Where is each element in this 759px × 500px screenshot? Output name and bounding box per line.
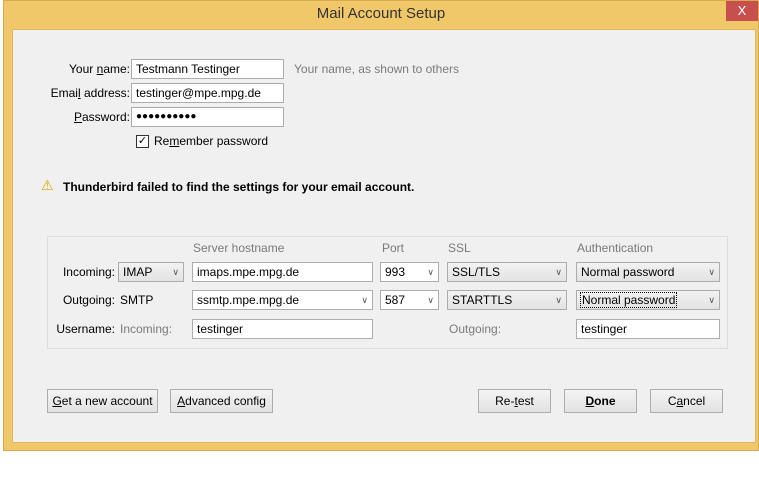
email-input[interactable]: testinger@mpe.mpg.de [131, 83, 284, 103]
header-authentication: Authentication [577, 241, 654, 255]
chevron-down-icon: ∨ [172, 267, 179, 277]
chevron-down-icon: ∨ [708, 295, 715, 305]
chevron-down-icon[interactable]: ∨ [361, 291, 368, 309]
get-new-account-button[interactable]: Get a new account [47, 389, 158, 413]
incoming-hostname-input[interactable]: imaps.mpe.mpg.de [192, 262, 373, 282]
warning-triangle-icon: ⚠ [41, 177, 54, 193]
header-server-hostname: Server hostname [193, 241, 285, 255]
advanced-config-button[interactable]: Advanced config [170, 389, 273, 413]
remember-password-checkbox[interactable]: ✓ [136, 135, 149, 148]
chevron-down-icon: ∨ [427, 295, 434, 305]
password-input[interactable]: ●●●●●●●●●● [131, 107, 284, 127]
done-button[interactable]: Done [564, 389, 637, 413]
mail-account-setup-window: Mail Account Setup X Your name: Testmann… [3, 0, 759, 451]
username-outgoing-label: Outgoing: [449, 322, 502, 336]
outgoing-username-input[interactable]: testinger [576, 319, 720, 339]
incoming-ssl-select[interactable]: SSL/TLS ∨ [447, 262, 567, 282]
chevron-down-icon: ∨ [427, 267, 434, 277]
chevron-down-icon: ∨ [708, 267, 715, 277]
your-name-hint: Your name, as shown to others [294, 62, 459, 76]
incoming-auth-select[interactable]: Normal password ∨ [576, 262, 720, 282]
dialog-body: Your name: Testmann Testinger Your name,… [12, 29, 756, 443]
outgoing-protocol: SMTP [120, 293, 154, 307]
cancel-button[interactable]: Cancel [650, 389, 723, 413]
outgoing-ssl-select[interactable]: STARTTLS ∨ [447, 290, 567, 310]
warning-message: Thunderbird failed to find the settings … [63, 180, 415, 194]
close-button[interactable]: X [726, 1, 758, 21]
outgoing-hostname-combobox[interactable]: ssmtp.mpe.mpg.de ∨ [192, 290, 373, 310]
incoming-label: Incoming: [62, 265, 115, 279]
your-name-label: Your name: [69, 62, 130, 76]
password-label: Password: [73, 110, 130, 124]
header-ssl: SSL [448, 241, 471, 255]
window-title: Mail Account Setup [316, 5, 446, 22]
remember-password-label[interactable]: Remember password [154, 131, 268, 151]
outgoing-auth-select[interactable]: Normal password ∨ [576, 290, 720, 310]
header-port: Port [382, 241, 405, 255]
username-label: Username: [56, 322, 115, 336]
your-name-input[interactable]: Testmann Testinger [131, 59, 284, 79]
chevron-down-icon: ∨ [555, 295, 562, 305]
outgoing-label: Outgoing: [62, 293, 115, 307]
retest-button[interactable]: Re-test [478, 389, 551, 413]
incoming-port-select[interactable]: 993 ∨ [380, 262, 439, 282]
outgoing-port-select[interactable]: 587 ∨ [380, 290, 439, 310]
incoming-protocol-select[interactable]: IMAP ∨ [118, 262, 184, 282]
chevron-down-icon: ∨ [555, 267, 562, 277]
username-incoming-label: Incoming: [120, 322, 173, 336]
email-label: Email address: [50, 86, 130, 100]
incoming-username-input[interactable]: testinger [192, 319, 373, 339]
